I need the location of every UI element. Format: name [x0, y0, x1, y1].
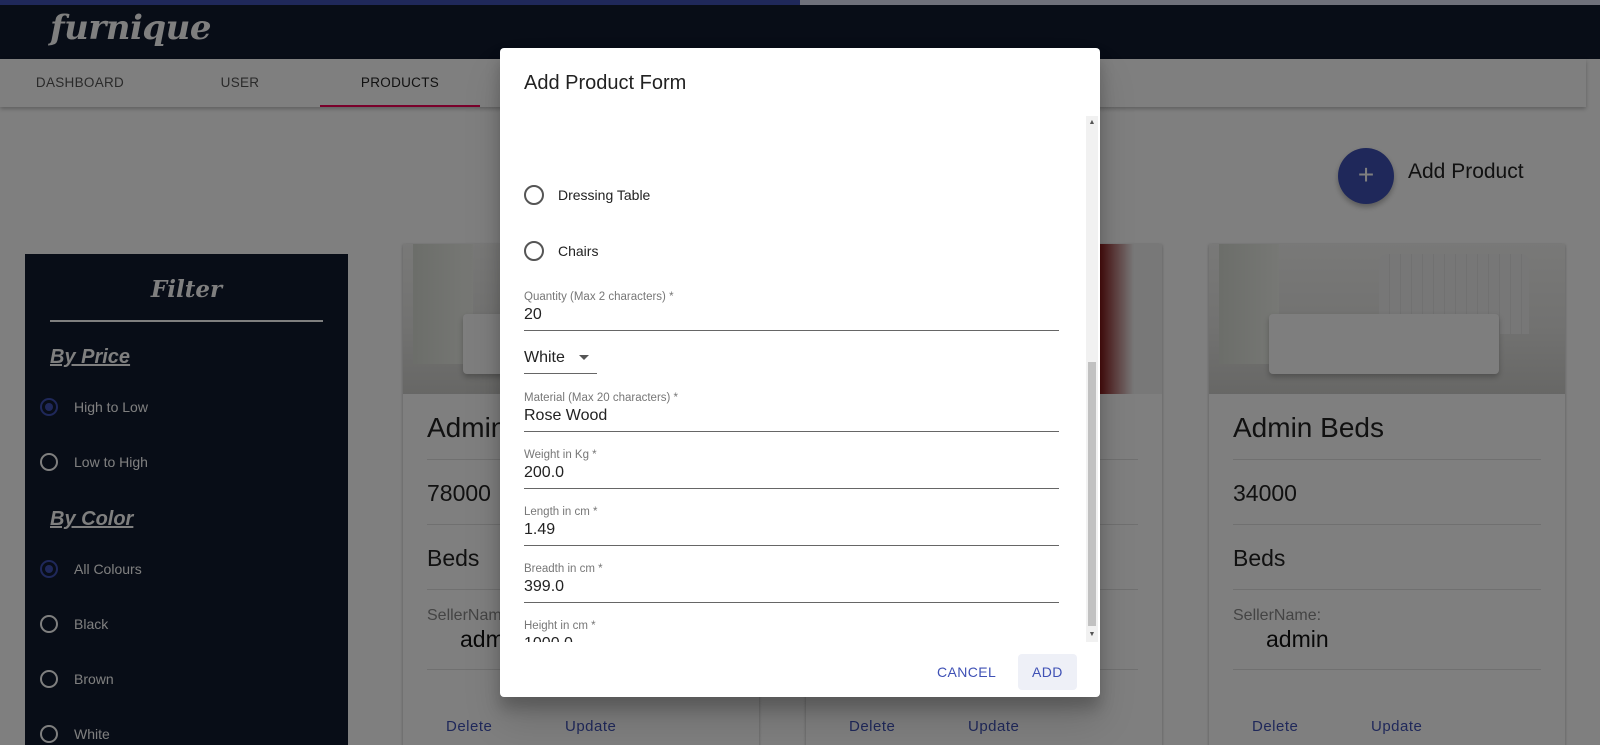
breadth-field: Breadth in cm * [524, 563, 1059, 603]
length-input[interactable] [524, 521, 1059, 539]
length-field: Length in cm * [524, 506, 1059, 546]
weight-label: Weight in Kg * [524, 449, 597, 461]
length-label: Length in cm * [524, 506, 598, 518]
caret-down-icon [579, 355, 589, 360]
add-button[interactable]: Add [1018, 654, 1077, 690]
dialog-form-body: Dressing Table Chairs Quantity (Max 2 ch… [500, 116, 1100, 642]
cancel-button[interactable]: Cancel [923, 654, 1010, 690]
height-input[interactable] [524, 635, 1059, 642]
radio-label: Dressing Table [558, 187, 651, 203]
height-field: Height in cm * [524, 620, 1059, 642]
dialog-title: Add Product Form [524, 72, 687, 94]
radio-unchecked-icon[interactable] [524, 241, 544, 261]
quantity-field: Quantity (Max 2 characters) * [524, 291, 1059, 331]
quantity-input[interactable] [524, 306, 1059, 324]
material-field: Material (Max 20 characters) * [524, 392, 1059, 432]
quantity-label: Quantity (Max 2 characters) * [524, 291, 674, 303]
material-input[interactable] [524, 407, 1059, 425]
breadth-label: Breadth in cm * [524, 563, 603, 575]
radio-unchecked-icon[interactable] [524, 185, 544, 205]
weight-field: Weight in Kg * [524, 449, 1059, 489]
scrollbar-thumb[interactable] [1088, 362, 1096, 626]
radio-label: Chairs [558, 243, 599, 259]
scroll-up-arrow-icon[interactable]: ▲ [1086, 116, 1098, 130]
add-product-dialog: Add Product Form Dressing Table Chairs Q… [500, 48, 1100, 697]
dialog-scrollbar[interactable]: ▲ ▼ [1086, 116, 1098, 642]
height-label: Height in cm * [524, 620, 596, 632]
color-select[interactable]: White [524, 343, 597, 374]
scroll-down-arrow-icon[interactable]: ▼ [1086, 628, 1098, 642]
weight-input[interactable] [524, 464, 1059, 482]
material-label: Material (Max 20 characters) * [524, 392, 679, 404]
color-select-value: White [524, 349, 565, 366]
breadth-input[interactable] [524, 578, 1059, 596]
